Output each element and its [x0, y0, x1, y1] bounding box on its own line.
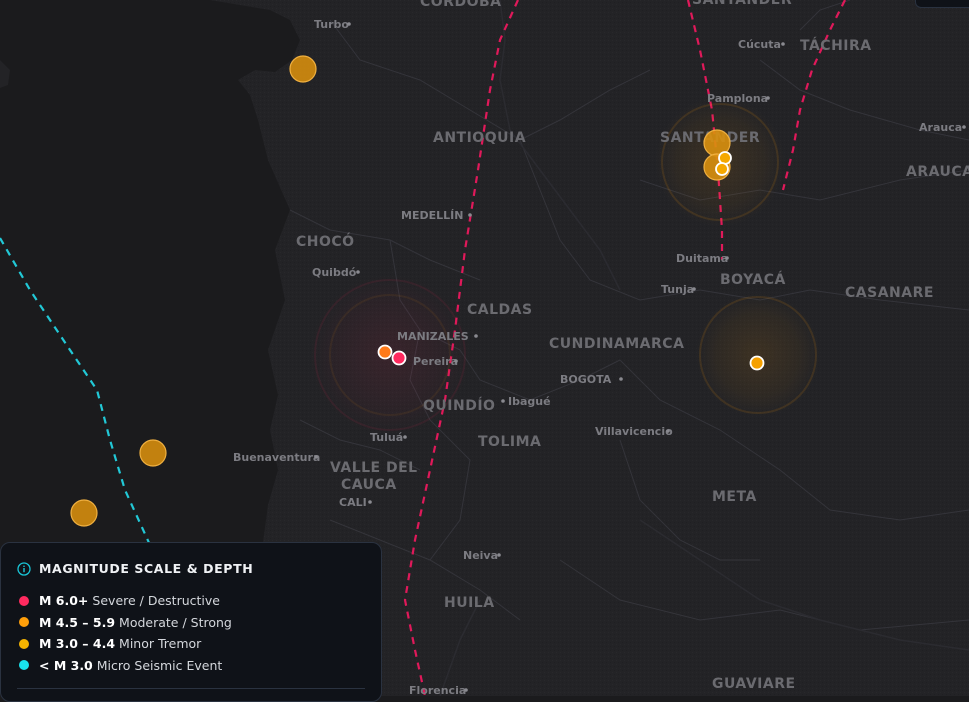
legend-label: Moderate / Strong	[119, 614, 232, 630]
city-label-pamplona: Pamplona	[707, 92, 768, 105]
region-label-valle-2: CAUCA	[341, 477, 397, 493]
legend-title: MAGNITUDE SCALE & DEPTH	[39, 561, 254, 576]
city-dot-cucuta	[781, 42, 785, 46]
region-label-quindio: QUINDÍO	[423, 397, 495, 414]
quake-marker-turbo[interactable]	[289, 55, 317, 83]
region-label-meta: META	[712, 489, 757, 505]
city-dot-quibdo	[356, 270, 360, 274]
city-dot-bogota	[619, 377, 623, 381]
city-label-manizales: MANIZALES	[397, 330, 469, 343]
legend-range: M 6.0+	[39, 593, 89, 609]
quake-marker-santander-3[interactable]	[718, 151, 732, 165]
city-dot-turbo	[347, 22, 351, 26]
legend-item-minor: M 3.0 – 4.4 Minor Tremor	[17, 633, 365, 655]
city-dot-manizales	[474, 334, 478, 338]
city-dot-neiva	[497, 553, 501, 557]
legend-item-micro: < M 3.0 Micro Seismic Event	[17, 655, 365, 677]
region-label-valle-1: VALLE DEL	[330, 460, 418, 476]
city-label-ibague: Ibagué	[508, 395, 551, 408]
region-label-boyaca: BOYACÁ	[720, 271, 786, 288]
legend-item-moderate: M 4.5 – 5.9 Moderate / Strong	[17, 612, 365, 634]
city-label-pereira: Pereira	[413, 355, 458, 368]
city-label-buenaventura: Buenaventura	[233, 451, 320, 464]
city-dot-tunja	[692, 287, 696, 291]
city-label-cucuta: Cúcuta	[738, 38, 781, 51]
quake-marker-pacific-1[interactable]	[139, 439, 167, 467]
legend-dot-moderate	[19, 617, 29, 628]
city-dot-pereira	[454, 359, 458, 363]
city-dot-duitama	[725, 256, 729, 260]
city-label-arauca: Arauca	[919, 121, 962, 134]
city-label-duitama: Duitama	[676, 252, 728, 265]
region-label-huila: HUILA	[444, 595, 495, 611]
quake-marker-meta[interactable]	[749, 355, 765, 371]
legend-range: < M 3.0	[39, 657, 93, 673]
quake-marker-santander-4[interactable]	[715, 162, 729, 176]
legend-label: Minor Tremor	[119, 636, 202, 652]
city-label-medellin: MEDELLÍN	[401, 209, 463, 222]
city-label-tulua: Tuluá	[370, 431, 403, 444]
legend-range: M 4.5 – 5.9	[39, 614, 116, 630]
city-dot-florencia	[464, 688, 468, 692]
city-dot-medellin	[468, 213, 472, 217]
region-label-caldas: CALDAS	[467, 302, 533, 318]
legend-dot-severe	[19, 595, 29, 606]
city-label-quibdo: Quibdó	[312, 266, 357, 279]
top-right-control[interactable]	[915, 0, 969, 8]
city-label-villavicencio: Villavicencio	[595, 425, 673, 438]
city-label-tunja: Tunja	[661, 283, 694, 296]
legend-label: Micro Seismic Event	[96, 657, 223, 673]
region-label-choco: CHOCÓ	[296, 232, 355, 250]
region-label-antioquia: ANTIOQUIA	[433, 130, 526, 146]
legend-label: Severe / Destructive	[92, 593, 220, 609]
region-label-cundinamarca: CUNDINAMARCA	[549, 336, 684, 352]
legend-header: MAGNITUDE SCALE & DEPTH	[17, 561, 365, 576]
quake-marker-pacific-2[interactable]	[70, 499, 98, 527]
city-label-neiva: Neiva	[463, 549, 498, 562]
legend-divider	[17, 688, 365, 689]
region-label-santander-top: SANTANDER	[692, 0, 792, 8]
region-label-tolima: TOLIMA	[478, 434, 541, 450]
region-label-tachira: TÁCHIRA	[800, 37, 872, 54]
quake-marker-manizales-1[interactable]	[377, 344, 393, 360]
city-label-turbo: Turbo	[314, 18, 349, 31]
city-label-florencia: Florencia	[409, 684, 466, 696]
legend-item-severe: M 6.0+ Severe / Destructive	[17, 590, 365, 612]
legend-dot-micro	[19, 660, 29, 671]
magnitude-legend: MAGNITUDE SCALE & DEPTH M 6.0+ Severe / …	[0, 542, 382, 702]
region-label-guaviare: GUAVIARE	[712, 676, 796, 692]
city-dot-tulua	[403, 435, 407, 439]
legend-range: M 3.0 – 4.4	[39, 636, 116, 652]
region-label-cordoba: CÓRDOBA	[420, 0, 501, 10]
city-label-bogota: BOGOTA	[560, 373, 612, 386]
city-dot-buenaventura	[314, 455, 318, 459]
city-label-cali: CALI	[339, 496, 367, 509]
city-dot-ibague	[501, 399, 505, 403]
city-dot-pamplona	[766, 96, 770, 100]
city-dot-villavicencio	[666, 429, 670, 433]
quake-marker-manizales-2[interactable]	[391, 350, 407, 366]
info-icon	[17, 561, 31, 576]
region-label-casanare: CASANARE	[845, 285, 934, 301]
legend-dot-minor	[19, 638, 29, 649]
region-label-arauca: ARAUCA	[906, 164, 969, 180]
city-dot-arauca	[962, 125, 966, 129]
city-dot-cali	[368, 500, 372, 504]
